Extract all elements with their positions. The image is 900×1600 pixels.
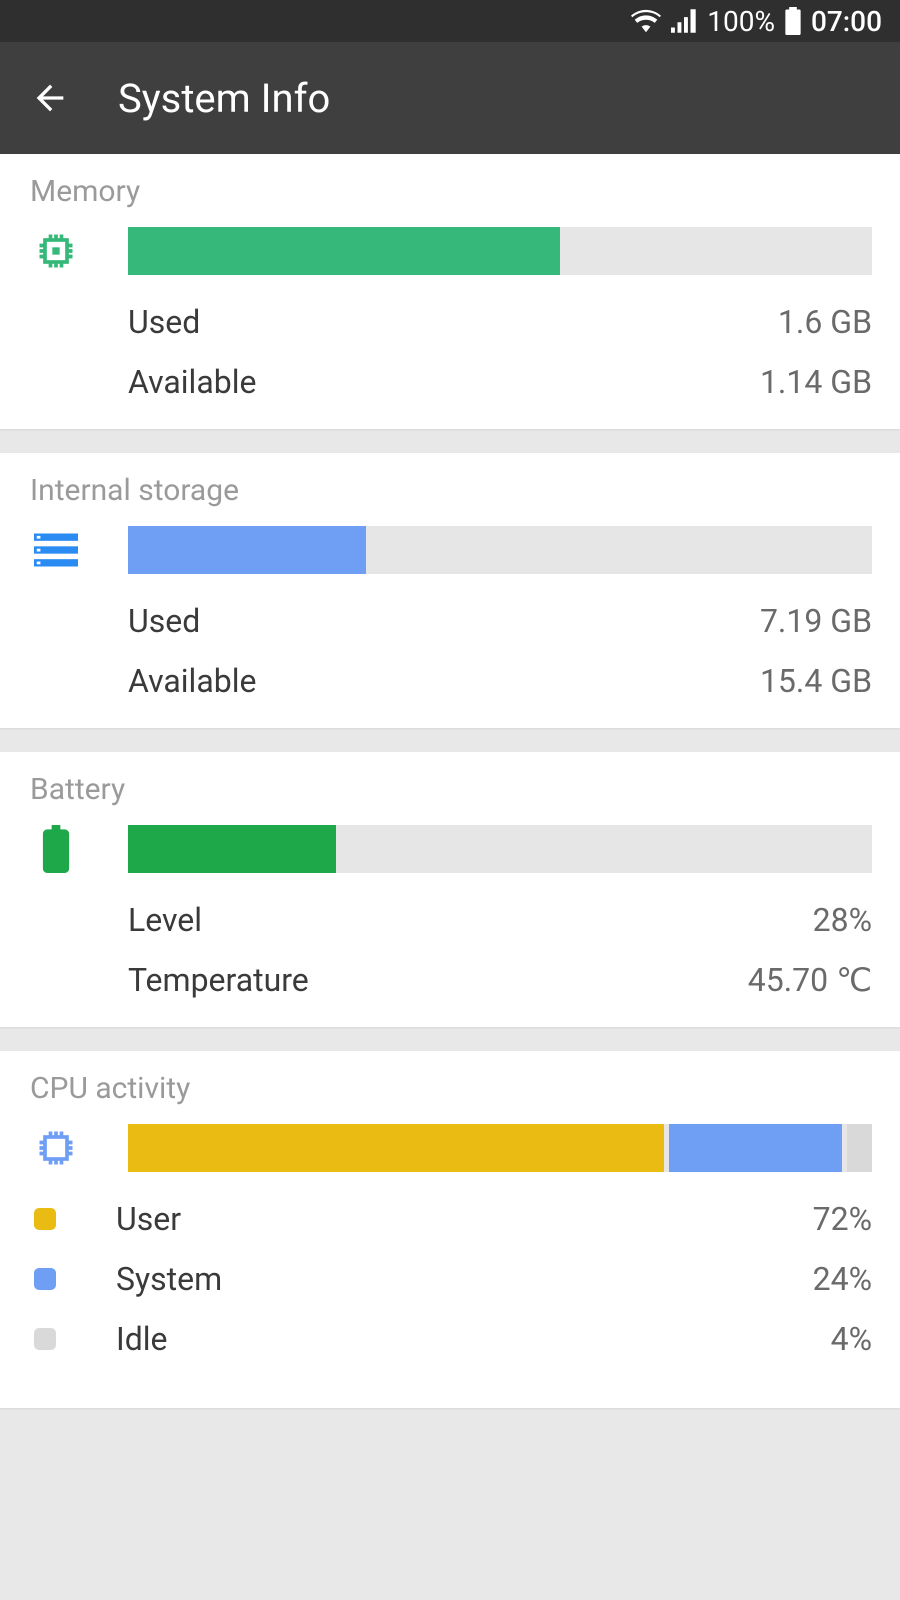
cpu-row-value: 4% [831, 1320, 872, 1358]
storage-bar-fill [128, 526, 366, 574]
battery-level-label: Level [128, 901, 202, 939]
memory-chip-icon [28, 229, 84, 273]
statusbar-time: 07:00 [811, 5, 882, 38]
battery-temp-row: Temperature 45.70 ℃ [128, 961, 872, 999]
wifi-icon [631, 9, 661, 33]
cpu-row-value: 24% [813, 1260, 872, 1298]
battery-bar-fill [128, 825, 336, 873]
content: Memory Used 1.6 GB Avail [0, 154, 900, 1408]
cpu-bar-segment [669, 1124, 842, 1172]
battery-title: Battery [28, 752, 872, 825]
battery-full-icon [785, 7, 801, 35]
cpu-row-label: Idle [116, 1320, 168, 1358]
memory-title: Memory [28, 154, 872, 227]
storage-title: Internal storage [28, 453, 872, 526]
storage-available-row: Available 15.4 GB [128, 662, 872, 700]
battery-bar [128, 825, 872, 873]
signal-icon [671, 9, 697, 33]
cpu-row: System 24% [28, 1260, 872, 1298]
battery-temp-value: 45.70 ℃ [748, 961, 872, 999]
memory-available-value: 1.14 GB [760, 363, 872, 401]
memory-used-label: Used [128, 303, 200, 341]
page-title: System Info [118, 75, 330, 122]
memory-used-row: Used 1.6 GB [128, 303, 872, 341]
cpu-row-value: 72% [813, 1200, 872, 1238]
storage-used-row: Used 7.19 GB [128, 602, 872, 640]
cpu-bar [128, 1124, 872, 1172]
memory-available-row: Available 1.14 GB [128, 363, 872, 401]
storage-available-value: 15.4 GB [760, 662, 872, 700]
battery-level-row: Level 28% [128, 901, 872, 939]
app-bar: System Info [0, 42, 900, 154]
storage-bar [128, 526, 872, 574]
battery-icon [28, 825, 84, 873]
storage-card[interactable]: Internal storage [0, 453, 900, 728]
battery-card[interactable]: Battery Level 28% Temperature 45.70 ℃ [0, 752, 900, 1027]
cpu-bar-segment [847, 1124, 872, 1172]
battery-temp-label: Temperature [128, 961, 309, 999]
battery-level-value: 28% [813, 901, 872, 939]
storage-used-value: 7.19 GB [760, 602, 872, 640]
back-button[interactable] [30, 78, 70, 118]
cpu-card[interactable]: CPU activity User 72% System 24% Idle 4% [0, 1051, 900, 1408]
memory-used-value: 1.6 GB [778, 303, 872, 341]
memory-bar-fill [128, 227, 560, 275]
cpu-title: CPU activity [28, 1051, 872, 1124]
status-bar: 100% 07:00 [0, 0, 900, 42]
cpu-row-label: System [116, 1260, 222, 1298]
cpu-bar-segment [128, 1124, 664, 1172]
storage-available-label: Available [128, 662, 256, 700]
cpu-row-label: User [116, 1200, 181, 1238]
cpu-swatch-icon [34, 1208, 56, 1230]
storage-used-label: Used [128, 602, 200, 640]
cpu-row: Idle 4% [28, 1320, 872, 1358]
memory-bar [128, 227, 872, 275]
cpu-swatch-icon [34, 1268, 56, 1290]
cpu-swatch-icon [34, 1328, 56, 1350]
memory-available-label: Available [128, 363, 256, 401]
storage-icon [28, 532, 84, 568]
cpu-row: User 72% [28, 1200, 872, 1238]
cpu-chip-icon [28, 1126, 84, 1170]
statusbar-battery-pct: 100% [707, 5, 775, 38]
memory-card[interactable]: Memory Used 1.6 GB Avail [0, 154, 900, 429]
